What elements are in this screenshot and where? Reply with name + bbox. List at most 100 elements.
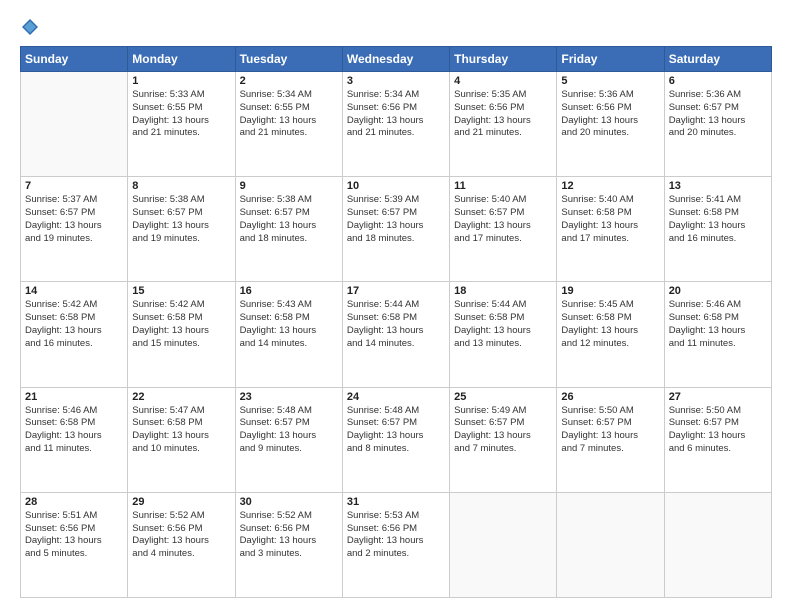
day-number: 15 — [132, 285, 230, 297]
calendar-week-row: 7 Sunrise: 5:37 AMSunset: 6:57 PMDaylight… — [21, 177, 772, 282]
calendar-cell: 14 Sunrise: 5:42 AMSunset: 6:58 PMDayligh… — [21, 282, 128, 387]
day-number: 10 — [347, 180, 445, 192]
calendar-cell: 11 Sunrise: 5:40 AMSunset: 6:57 PMDayligh… — [450, 177, 557, 282]
day-number: 5 — [561, 75, 659, 87]
logo-flag-icon — [21, 18, 39, 36]
calendar-cell: 23 Sunrise: 5:48 AMSunset: 6:57 PMDayligh… — [235, 387, 342, 492]
day-info: Sunrise: 5:40 AMSunset: 6:57 PMDaylight:… — [454, 194, 552, 245]
calendar-cell: 21Sunrise: 5:46 AMSunset: 6:58 PMDayligh… — [21, 387, 128, 492]
day-number: 31 — [347, 496, 445, 508]
calendar-cell: 9 Sunrise: 5:38 AMSunset: 6:57 PMDaylight… — [235, 177, 342, 282]
calendar-cell: 20 Sunrise: 5:46 AMSunset: 6:58 PMDayligh… — [664, 282, 771, 387]
calendar-cell: 15Sunrise: 5:42 AMSunset: 6:58 PMDayligh… — [128, 282, 235, 387]
calendar-cell: 5 Sunrise: 5:36 AMSunset: 6:56 PMDaylight… — [557, 72, 664, 177]
weekday-header-tuesday: Tuesday — [235, 47, 342, 72]
day-info: Sunrise: 5:45 AMSunset: 6:58 PMDaylight:… — [561, 299, 659, 350]
day-info: Sunrise: 5:34 AMSunset: 6:56 PMDaylight:… — [347, 89, 445, 140]
calendar-cell: 3 Sunrise: 5:34 AMSunset: 6:56 PMDaylight… — [342, 72, 449, 177]
day-number: 22 — [132, 391, 230, 403]
calendar-cell: 27 Sunrise: 5:50 AMSunset: 6:57 PMDayligh… — [664, 387, 771, 492]
calendar-cell: 4Sunrise: 5:35 AMSunset: 6:56 PMDaylight… — [450, 72, 557, 177]
calendar-week-row: 28Sunrise: 5:51 AMSunset: 6:56 PMDayligh… — [21, 492, 772, 597]
day-number: 27 — [669, 391, 767, 403]
calendar-cell: 26 Sunrise: 5:50 AMSunset: 6:57 PMDayligh… — [557, 387, 664, 492]
logo-text — [20, 18, 39, 36]
calendar-table: SundayMondayTuesdayWednesdayThursdayFrid… — [20, 46, 772, 598]
day-number: 2 — [240, 75, 338, 87]
day-number: 21 — [25, 391, 123, 403]
calendar-cell: 12 Sunrise: 5:40 AMSunset: 6:58 PMDayligh… — [557, 177, 664, 282]
day-number: 7 — [25, 180, 123, 192]
calendar-cell: 10 Sunrise: 5:39 AMSunset: 6:57 PMDayligh… — [342, 177, 449, 282]
day-info: Sunrise: 5:34 AMSunset: 6:55 PMDaylight:… — [240, 89, 338, 140]
day-number: 6 — [669, 75, 767, 87]
day-number: 12 — [561, 180, 659, 192]
day-info: Sunrise: 5:37 AMSunset: 6:57 PMDaylight:… — [25, 194, 123, 245]
day-number: 19 — [561, 285, 659, 297]
day-info: Sunrise: 5:36 AMSunset: 6:56 PMDaylight:… — [561, 89, 659, 140]
day-info: Sunrise: 5:35 AMSunset: 6:56 PMDaylight:… — [454, 89, 552, 140]
calendar-cell: 29 Sunrise: 5:52 AMSunset: 6:56 PMDayligh… — [128, 492, 235, 597]
day-info: Sunrise: 5:36 AMSunset: 6:57 PMDaylight:… — [669, 89, 767, 140]
day-number: 23 — [240, 391, 338, 403]
weekday-header-monday: Monday — [128, 47, 235, 72]
calendar-cell: 2 Sunrise: 5:34 AMSunset: 6:55 PMDaylight… — [235, 72, 342, 177]
day-number: 18 — [454, 285, 552, 297]
day-info: Sunrise: 5:46 AMSunset: 6:58 PMDaylight:… — [669, 299, 767, 350]
logo — [20, 18, 39, 36]
day-info: Sunrise: 5:47 AMSunset: 6:58 PMDaylight:… — [132, 405, 230, 456]
day-number: 16 — [240, 285, 338, 297]
calendar-cell: 17 Sunrise: 5:44 AMSunset: 6:58 PMDayligh… — [342, 282, 449, 387]
calendar-cell: 24Sunrise: 5:48 AMSunset: 6:57 PMDayligh… — [342, 387, 449, 492]
weekday-header-row: SundayMondayTuesdayWednesdayThursdayFrid… — [21, 47, 772, 72]
day-number: 26 — [561, 391, 659, 403]
day-info: Sunrise: 5:38 AMSunset: 6:57 PMDaylight:… — [240, 194, 338, 245]
day-number: 24 — [347, 391, 445, 403]
day-info: Sunrise: 5:42 AMSunset: 6:58 PMDaylight:… — [25, 299, 123, 350]
weekday-header-thursday: Thursday — [450, 47, 557, 72]
day-number: 17 — [347, 285, 445, 297]
calendar-cell: 1 Sunrise: 5:33 AMSunset: 6:55 PMDaylight… — [128, 72, 235, 177]
calendar-week-row: 1 Sunrise: 5:33 AMSunset: 6:55 PMDaylight… — [21, 72, 772, 177]
day-number: 25 — [454, 391, 552, 403]
day-info: Sunrise: 5:41 AMSunset: 6:58 PMDaylight:… — [669, 194, 767, 245]
day-info: Sunrise: 5:50 AMSunset: 6:57 PMDaylight:… — [561, 405, 659, 456]
calendar-cell: 6 Sunrise: 5:36 AMSunset: 6:57 PMDaylight… — [664, 72, 771, 177]
calendar-week-row: 14 Sunrise: 5:42 AMSunset: 6:58 PMDayligh… — [21, 282, 772, 387]
day-info: Sunrise: 5:43 AMSunset: 6:58 PMDaylight:… — [240, 299, 338, 350]
day-info: Sunrise: 5:51 AMSunset: 6:56 PMDaylight:… — [25, 510, 123, 561]
calendar-cell: 8Sunrise: 5:38 AMSunset: 6:57 PMDaylight… — [128, 177, 235, 282]
day-info: Sunrise: 5:38 AMSunset: 6:57 PMDaylight:… — [132, 194, 230, 245]
day-info: Sunrise: 5:39 AMSunset: 6:57 PMDaylight:… — [347, 194, 445, 245]
weekday-header-saturday: Saturday — [664, 47, 771, 72]
calendar-cell — [664, 492, 771, 597]
day-number: 20 — [669, 285, 767, 297]
day-number: 1 — [132, 75, 230, 87]
weekday-header-wednesday: Wednesday — [342, 47, 449, 72]
day-number: 14 — [25, 285, 123, 297]
day-info: Sunrise: 5:44 AMSunset: 6:58 PMDaylight:… — [347, 299, 445, 350]
day-info: Sunrise: 5:50 AMSunset: 6:57 PMDaylight:… — [669, 405, 767, 456]
calendar-cell — [557, 492, 664, 597]
calendar-cell: 28Sunrise: 5:51 AMSunset: 6:56 PMDayligh… — [21, 492, 128, 597]
day-info: Sunrise: 5:48 AMSunset: 6:57 PMDaylight:… — [240, 405, 338, 456]
calendar-cell: 13Sunrise: 5:41 AMSunset: 6:58 PMDayligh… — [664, 177, 771, 282]
calendar-cell: 16 Sunrise: 5:43 AMSunset: 6:58 PMDayligh… — [235, 282, 342, 387]
day-info: Sunrise: 5:33 AMSunset: 6:55 PMDaylight:… — [132, 89, 230, 140]
day-number: 3 — [347, 75, 445, 87]
day-info: Sunrise: 5:52 AMSunset: 6:56 PMDaylight:… — [132, 510, 230, 561]
day-number: 9 — [240, 180, 338, 192]
calendar-cell — [450, 492, 557, 597]
day-info: Sunrise: 5:49 AMSunset: 6:57 PMDaylight:… — [454, 405, 552, 456]
day-number: 30 — [240, 496, 338, 508]
calendar-cell: 25 Sunrise: 5:49 AMSunset: 6:57 PMDayligh… — [450, 387, 557, 492]
weekday-header-friday: Friday — [557, 47, 664, 72]
calendar-cell: 18 Sunrise: 5:44 AMSunset: 6:58 PMDayligh… — [450, 282, 557, 387]
calendar-cell: 31Sunrise: 5:53 AMSunset: 6:56 PMDayligh… — [342, 492, 449, 597]
day-number: 29 — [132, 496, 230, 508]
day-info: Sunrise: 5:52 AMSunset: 6:56 PMDaylight:… — [240, 510, 338, 561]
day-number: 11 — [454, 180, 552, 192]
day-info: Sunrise: 5:44 AMSunset: 6:58 PMDaylight:… — [454, 299, 552, 350]
day-info: Sunrise: 5:40 AMSunset: 6:58 PMDaylight:… — [561, 194, 659, 245]
calendar-week-row: 21Sunrise: 5:46 AMSunset: 6:58 PMDayligh… — [21, 387, 772, 492]
